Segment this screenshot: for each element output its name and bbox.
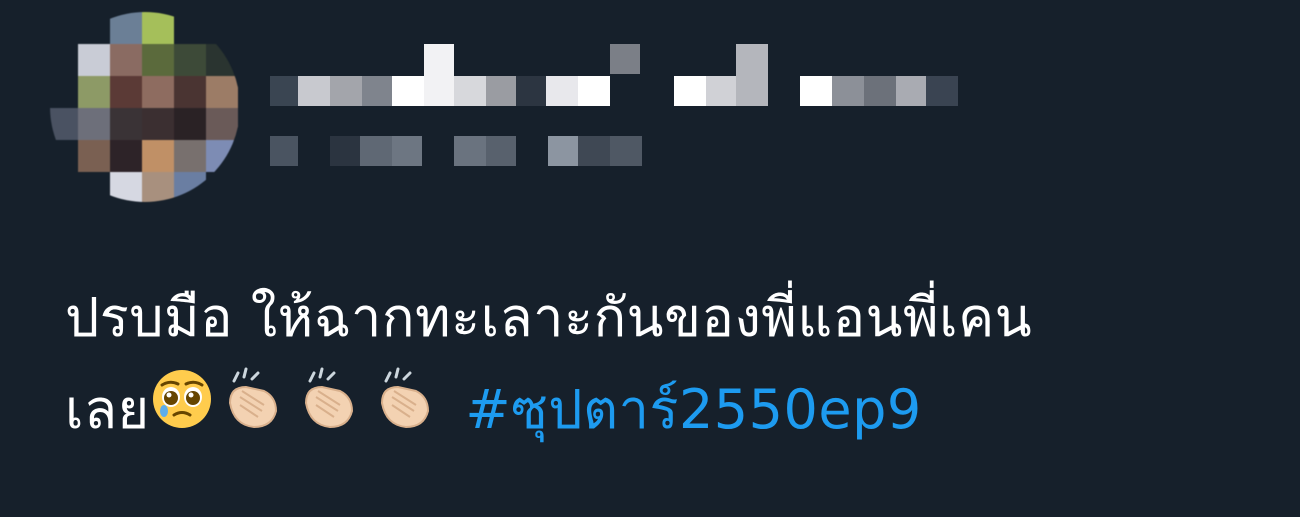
avatar[interactable] [50, 12, 240, 202]
tweet-text-line-2: เลย #ซุปตาร์2550ep9 [65, 364, 1245, 459]
tweet-text-line-1: ปรบมือ ให้ฉากทะเลาะกันของพี่แอนพี่เคน [65, 286, 1033, 349]
clapping-hands-emoji-icon [220, 367, 290, 459]
user-handle-redacted[interactable] [270, 136, 650, 170]
clapping-hands-emoji-icon [296, 367, 366, 459]
display-name-redacted[interactable] [270, 40, 970, 110]
pleading-face-emoji-icon [150, 367, 214, 459]
hashtag-link[interactable]: #ซุปตาร์2550ep9 [465, 378, 921, 441]
tweet-text: ปรบมือ ให้ฉากทะเลาะกันของพี่แอนพี่เคน เล… [65, 272, 1245, 459]
tweet-text-line-2-word: เลย [65, 378, 150, 441]
clapping-hands-emoji-icon [372, 367, 442, 459]
tweet-card: ปรบมือ ให้ฉากทะเลาะกันของพี่แอนพี่เคน เล… [0, 0, 1300, 517]
